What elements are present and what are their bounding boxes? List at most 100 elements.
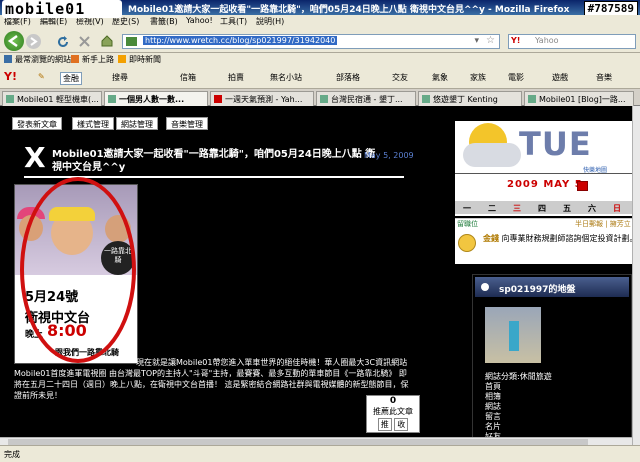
stop-icon[interactable] (78, 35, 91, 48)
menu-tools[interactable]: 工具(T) (220, 16, 247, 27)
yahoo-toolbar: Y! ✎ 金融 搜尋 信箱 拍賣 無名小站 部落格 交友 氣象 家族 電影 遊戲… (0, 67, 640, 89)
panel-link-home[interactable]: 首頁 (485, 382, 552, 392)
tab-label: 一個男人數一數... (119, 95, 185, 104)
horizontal-scrollbar[interactable] (0, 437, 632, 445)
panel-link-category[interactable]: 網誌分類:休閒旅遊 (485, 372, 552, 382)
yt-weather[interactable]: 氣象 (432, 72, 448, 83)
msg-top-right[interactable]: 半日郵報 | 擁芳立 (575, 219, 631, 229)
bookmark-getting-started[interactable]: 新手上路 (82, 54, 114, 65)
dropdown-arrow-icon[interactable]: ▾ (474, 36, 479, 46)
weekday-thu: 四 (538, 204, 546, 213)
yt-music[interactable]: 音樂 (596, 72, 612, 83)
push-button[interactable]: 推 (377, 418, 392, 431)
collect-button[interactable]: 收 (394, 418, 409, 431)
tab-favicon-icon (528, 95, 536, 103)
tab-yahoo-weather[interactable]: 一週天氣預測 - Yah... (210, 91, 314, 106)
panel-link-album[interactable]: 相簿 (485, 392, 552, 402)
tab-label: 悠遊墾丁 Kenting (433, 95, 498, 104)
yahoo-search-icon[interactable]: Y! (511, 36, 520, 45)
panel-link-blog[interactable]: 網誌 (485, 402, 552, 412)
panel-links: 網誌分類:休閒旅遊 首頁 相簿 網誌 留言 名片 好友 (485, 372, 552, 442)
recommend-label: 推薦此文章 (373, 407, 413, 416)
title-bar: mobile01 Mobile01邀請大家一起收看"一路靠北騎"，咱們05月24… (0, 0, 640, 18)
weekday-wed: 三 (513, 204, 521, 213)
yt-movie[interactable]: 電影 (508, 72, 524, 83)
tab-kenting[interactable]: 悠遊墾丁 Kenting (418, 91, 522, 106)
week-strip: 一 二 三 四 五 六 日 (455, 201, 632, 214)
tab-label: 台灣民宿通 - 墾丁... (331, 95, 403, 104)
menu-help[interactable]: 說明(H) (256, 16, 284, 27)
post-date: May 5, 2009 (364, 151, 414, 160)
weekday-sun: 日 (613, 204, 621, 213)
yt-blog[interactable]: 部落格 (336, 72, 360, 83)
url-text: http://www.wretch.cc/blog/sp021997/31942… (143, 36, 338, 45)
calendar-icon[interactable] (577, 181, 588, 191)
browser-window: mobile01 Mobile01邀請大家一起收看"一路靠北騎"，咱們05月24… (0, 0, 640, 462)
profile-photo[interactable] (485, 307, 541, 363)
bullet-icon (481, 283, 489, 291)
yt-games[interactable]: 遊戲 (552, 72, 568, 83)
weekday-label: TUE (519, 125, 592, 163)
panel-title: sp021997的地盤 (499, 285, 576, 295)
blog-manage-button[interactable]: 網誌管理 (116, 117, 158, 130)
finance-dropdown[interactable]: 金融 (60, 72, 82, 85)
yahoo-logo[interactable]: Y! (4, 70, 17, 83)
msg-line[interactable]: 金錢 向專業財務規劃師諮詢個定投資計劃。 (483, 233, 632, 244)
window-title: Mobile01邀請大家一起收看"一路靠北騎"，咱們05月24日晚上八點 衛視中… (128, 5, 570, 15)
post-body-first-line: 現在就是讓Mobile01帶您進入單車世界的絕佳時機！華人圈最大3C資訊網站 (136, 358, 408, 367)
tab-mobile01-scooter[interactable]: Mobile01 輕型機車(... (2, 91, 102, 106)
yt-wretch[interactable]: 無名小站 (270, 72, 302, 83)
tab-favicon-icon (108, 95, 116, 103)
recommend-box: 0 推薦此文章 推 收 (366, 395, 420, 433)
yt-search[interactable]: 搜尋 (112, 72, 128, 83)
yt-auction[interactable]: 拍賣 (228, 72, 244, 83)
bookmark-most-visited[interactable]: 最常瀏覽的網站 (15, 54, 71, 65)
panel-link-guestbook[interactable]: 留言 (485, 412, 552, 422)
tab-taiwan-bnb[interactable]: 台灣民宿通 - 墾丁... (316, 91, 416, 106)
mobile01-logo: mobile01 (2, 0, 122, 18)
menu-bookmarks[interactable]: 書籤(B) (150, 16, 178, 27)
reload-icon[interactable] (56, 35, 70, 49)
search-box[interactable]: Y! Yahoo (508, 34, 636, 49)
status-bar: 完成 (0, 445, 640, 462)
weekday-sat: 六 (588, 204, 596, 213)
tab-label: 一週天氣預測 - Yah... (225, 95, 303, 104)
new-post-button[interactable]: 發表新文章 (12, 117, 62, 130)
style-manage-button[interactable]: 樣式管理 (72, 117, 114, 130)
smiley-icon (458, 234, 476, 252)
tab-favicon-icon (422, 95, 430, 103)
msg-top-left[interactable]: 留職位 (457, 219, 478, 229)
vertical-scrollbar[interactable] (632, 106, 640, 445)
tab-label: Mobile01 輕型機車(... (17, 95, 99, 104)
tab-mobile01-blog[interactable]: Mobile01 [Blog]一路... (524, 91, 634, 106)
ad-message-strip: 留職位 半日郵報 | 擁芳立 金錢 向專業財務規劃師諮詢個定投資計劃。 (455, 218, 632, 264)
post-title[interactable]: Mobile01邀請大家一起收看"一路靠北騎"，咱們05月24日晚上八點 衛視中… (52, 148, 377, 174)
home-icon[interactable] (100, 34, 114, 48)
tab-favicon-icon (214, 95, 222, 103)
address-bar[interactable]: http://www.wretch.cc/blog/sp021997/31942… (122, 34, 500, 49)
firefox-icon (71, 55, 79, 63)
yt-family[interactable]: 家族 (470, 72, 486, 83)
tab-strip: Mobile01 輕型機車(... 一個男人數一數... 一週天氣預測 - Ya… (0, 89, 640, 106)
calendar-date: 2009 MAY 5 (507, 179, 583, 190)
menu-yahoo[interactable]: Yahoo! (186, 16, 213, 25)
tab-label: Mobile01 [Blog]一路... (539, 95, 626, 104)
rss-icon (118, 55, 126, 63)
back-button[interactable] (4, 31, 24, 51)
navigation-toolbar: http://www.wretch.cc/blog/sp021997/31942… (0, 29, 640, 53)
bookmark-latest-news[interactable]: 即時新聞 (129, 54, 161, 65)
page-content: 發表新文章 樣式管理 網誌管理 音樂管理 X Mobile01邀請大家一起收看"… (0, 106, 632, 445)
cloud-icon (463, 143, 521, 167)
music-manage-button[interactable]: 音樂管理 (166, 117, 208, 130)
star-icon[interactable]: ☆ (486, 35, 495, 46)
weekday-fri: 五 (563, 204, 571, 213)
panel-link-card[interactable]: 名片 (485, 422, 552, 432)
forward-button[interactable] (26, 34, 41, 49)
yt-dating[interactable]: 交友 (392, 72, 408, 83)
profile-panel: sp021997的地盤 網誌分類:休閒旅遊 首頁 相簿 網誌 留言 名片 好友 (472, 274, 632, 445)
yt-mail[interactable]: 信箱 (180, 72, 196, 83)
tab-current-blog[interactable]: 一個男人數一數... (104, 91, 208, 106)
panel-header: sp021997的地盤 (475, 277, 629, 297)
msg-text: 向專業財務規劃師諮詢個定投資計劃。 (501, 234, 632, 243)
pencil-icon[interactable]: ✎ (38, 72, 45, 81)
